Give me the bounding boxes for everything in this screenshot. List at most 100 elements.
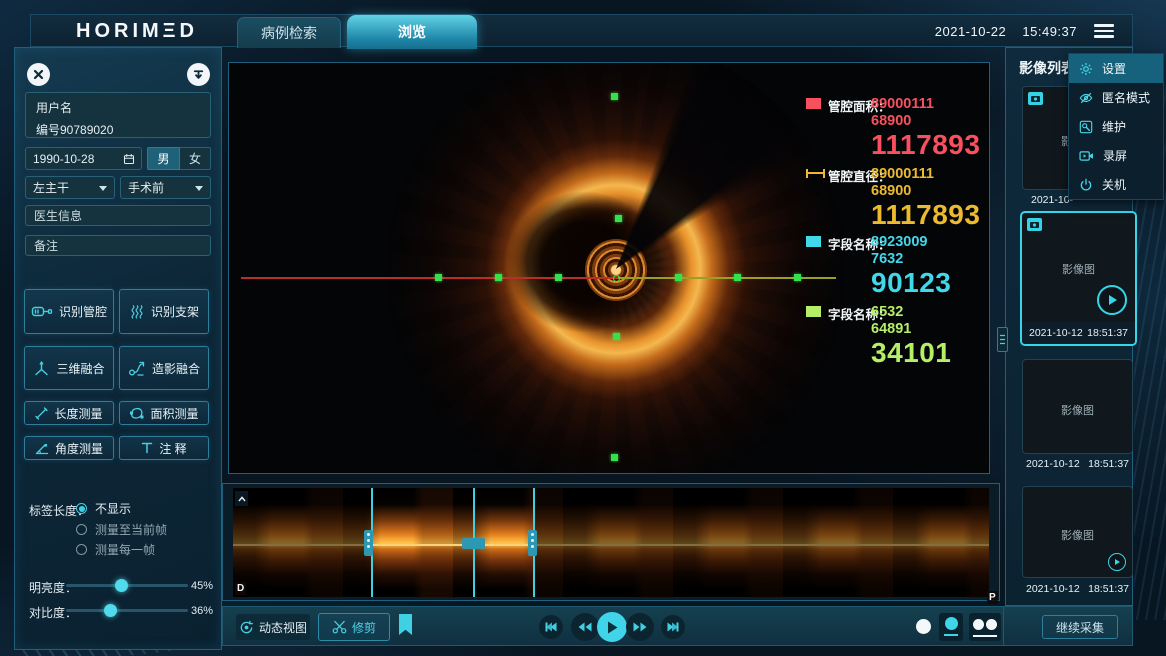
brightness-knob[interactable] [115,579,128,592]
hamburger-menu-icon[interactable] [1094,24,1114,39]
active-view-icon [945,617,958,630]
birthdate-input[interactable]: 1990-10-28 [25,147,142,170]
lumen-icon [31,304,53,319]
playback-control-bar: 动态视图 修剪 [222,606,1133,646]
measure-center-point[interactable] [613,275,620,282]
button-label: 面积测量 [150,405,198,422]
guidewire-shadow [386,62,846,474]
tab-case-search[interactable]: 病例检索 [237,17,341,48]
measure-handle[interactable] [734,274,741,281]
menu-item-maintenance[interactable]: 维护 [1069,112,1163,141]
gender-female-option[interactable]: 女 [180,147,211,170]
thumbnail-caption: 2021-10-12 18:51:37 [1022,458,1133,470]
button-label: 三维融合 [56,360,104,377]
image-thumbnail-selected[interactable]: 影像图 2021-10-12 18:51:37 [1020,211,1137,346]
angio-fusion-icon [128,360,146,377]
doctor-info-input[interactable]: 医生信息 [25,205,211,226]
thumbnail-caption: 2021-10-12 18:51:37 [1022,583,1133,595]
skip-end-icon [667,622,679,632]
annotate-button[interactable]: 注 释 [119,436,209,460]
thumbnail-label: 影像图 [1023,402,1132,418]
measure-handle[interactable] [794,274,801,281]
selection-start-grip[interactable] [364,530,373,556]
radio-measure-every[interactable]: 测量每一帧 [76,541,155,558]
button-label: 修剪 [352,619,376,636]
menu-label: 录屏 [1103,147,1127,164]
dual-view-toggle[interactable] [969,613,1001,641]
measure-handle[interactable] [615,215,622,222]
contrast-slider[interactable] [66,609,188,612]
menu-label: 匿名模式 [1102,89,1150,106]
dual-view-icon [986,619,997,630]
measure-handle[interactable] [675,274,682,281]
gender-male-option[interactable]: 男 [147,147,180,170]
download-icon [192,68,205,81]
cross-view-toggle[interactable] [939,613,963,641]
close-button[interactable] [27,63,50,86]
thumbnail-date: 2021-10-12 [1026,458,1080,470]
measure-area-button[interactable]: 面积测量 [119,401,209,425]
thumbnail-label: 影像图 [1023,527,1132,543]
recognize-lumen-button[interactable]: 识别管腔 [24,289,114,334]
selection-end-grip[interactable] [528,530,537,556]
measure-length-button[interactable]: 长度测量 [24,401,114,425]
measurement-line-right [618,277,836,279]
legend-swatch [806,98,821,109]
playhead-frame-label[interactable] [462,538,485,549]
scroll-up-button[interactable] [235,491,248,506]
bookmark-button[interactable] [397,613,414,636]
oct-image-canvas[interactable]: 管腔面积： 89000111 68900 1117893 管腔直径： 89000… [228,62,990,474]
measure-handle[interactable] [495,274,502,281]
menu-label: 维护 [1102,118,1126,135]
longitudinal-view[interactable]: D [233,488,989,597]
thumbnail-play-button[interactable] [1108,553,1126,571]
patient-info-box[interactable]: 用户名 编号90789020 [25,92,211,138]
measurement-readout: 字段名称： 6532 64891 34101 [806,304,988,370]
system-time: 15:49:37 [1022,24,1077,39]
measure-handle[interactable] [613,333,620,340]
play-icon [607,621,618,634]
menu-item-settings[interactable]: 设置 [1069,54,1163,83]
birthdate-value: 1990-10-28 [33,152,94,166]
radio-icon [76,524,87,535]
fast-forward-button[interactable] [626,613,654,641]
dynamic-view-button[interactable]: 动态视图 [236,614,310,640]
fusion-3d-button[interactable]: 三维融合 [24,346,114,390]
measure-handle[interactable] [611,454,618,461]
fusion-angio-button[interactable]: 造影融合 [119,346,209,390]
thumbnail-play-button[interactable] [1097,285,1127,315]
camera-icon [1027,218,1042,231]
menu-item-screen-record[interactable]: 录屏 [1069,141,1163,170]
measurement-readout: 字段名称： 8923009 7632 90123 [806,234,988,300]
image-thumbnail[interactable]: 影像图 [1022,486,1133,578]
contrast-knob[interactable] [104,604,117,617]
recognize-stent-button[interactable]: 识别支架 [119,289,209,334]
username-text: 用户名 [36,99,200,116]
vessel-select[interactable]: 左主干 [25,176,115,199]
rewind-button[interactable] [571,613,599,641]
single-view-toggle[interactable] [916,619,931,634]
menu-item-shutdown[interactable]: 关机 [1069,170,1163,199]
image-thumbnail[interactable]: 影像图 [1022,359,1133,454]
skip-start-button[interactable] [539,615,563,639]
radio-hide[interactable]: 不显示 [76,500,131,517]
export-button[interactable] [187,63,210,86]
radio-measure-to-current[interactable]: 测量至当前帧 [76,521,167,538]
measure-angle-button[interactable]: 角度测量 [24,436,114,460]
measure-handle[interactable] [555,274,562,281]
stage-select[interactable]: 手术前 [120,176,211,199]
skip-end-button[interactable] [661,615,685,639]
continue-capture-button[interactable]: 继续采集 [1042,615,1118,639]
measurement-primary-value: 1117893 [871,129,980,161]
menu-item-anonymous-mode[interactable]: 匿名模式 [1069,83,1163,112]
measure-handle[interactable] [435,274,442,281]
stent-icon [129,304,145,320]
tab-browse[interactable]: 浏览 [347,15,477,49]
remark-input[interactable]: 备注 [25,235,211,256]
play-button[interactable] [597,612,627,642]
contrast-value: 36% [191,605,213,617]
trim-button[interactable]: 修剪 [318,613,390,641]
text-annotation-icon [141,442,153,454]
sidebar-resize-handle[interactable] [997,327,1008,352]
measure-handle[interactable] [611,93,618,100]
